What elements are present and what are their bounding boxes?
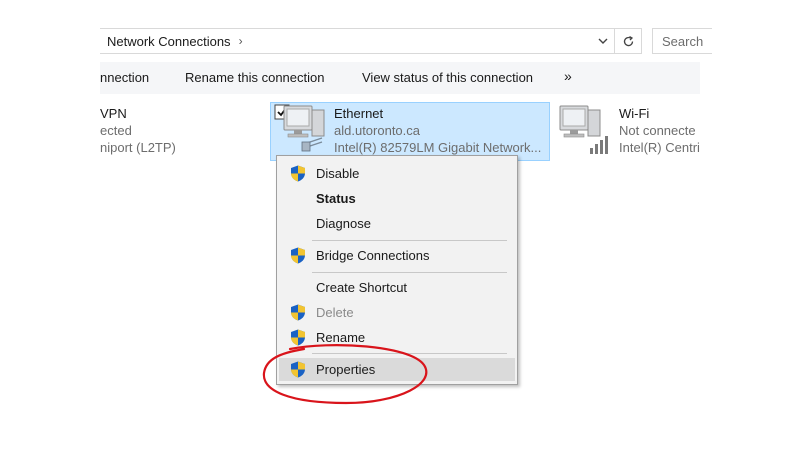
menu-separator	[312, 272, 507, 273]
more-commands-button[interactable]: »	[564, 68, 572, 84]
menu-separator	[312, 240, 507, 241]
connection-device: Intel(R) Centri	[619, 140, 700, 155]
uac-shield-icon	[291, 165, 305, 182]
menu-item-delete[interactable]: Delete	[279, 301, 515, 324]
connection-name: Wi-Fi	[619, 106, 650, 121]
connection-name: Ethernet	[334, 106, 384, 121]
menu-item-label: Diagnose	[316, 216, 371, 231]
uac-shield-icon	[291, 247, 305, 264]
red-annotation-ellipse	[262, 344, 428, 405]
menu-item-diagnose[interactable]: Diagnose	[279, 212, 515, 235]
menu-item-label: Bridge Connections	[316, 248, 430, 263]
connection-status: Not connecte	[619, 123, 696, 138]
menu-item-bridge-connections[interactable]: Bridge Connections	[279, 244, 515, 267]
connection-status: ected	[100, 123, 132, 138]
connection-wifi[interactable]: Wi-Fi Not connecte Intel(R) Centri	[619, 105, 700, 156]
menu-item-label: Status	[316, 191, 356, 206]
menu-item-label: Delete	[316, 305, 354, 320]
chevron-down-icon[interactable]	[595, 29, 611, 53]
menu-item-create-shortcut[interactable]: Create Shortcut	[279, 276, 515, 299]
connection-ethernet-text: Ethernet ald.utoronto.ca Intel(R) 82579L…	[334, 105, 541, 156]
connection-device: niport (L2TP)	[100, 140, 176, 155]
connection-vpn[interactable]: VPN ected niport (L2TP)	[100, 105, 260, 156]
refresh-icon[interactable]	[614, 29, 641, 53]
menu-item-status[interactable]: Status	[279, 187, 515, 210]
view-status-button[interactable]: View status of this connection	[362, 70, 533, 85]
breadcrumb-chevron-icon[interactable]: ›	[239, 34, 243, 48]
ethernet-adapter-icon	[274, 104, 325, 152]
rename-connection-button[interactable]: Rename this connection	[185, 70, 324, 85]
address-bar[interactable]: Network Connections ›	[100, 28, 642, 54]
connection-name: VPN	[100, 106, 127, 121]
menu-item-disable[interactable]: Disable	[279, 162, 515, 185]
connection-device: Intel(R) 82579LM Gigabit Network...	[334, 140, 542, 155]
connection-status: ald.utoronto.ca	[334, 123, 421, 138]
connect-to-connection-button[interactable]: nnection	[100, 70, 149, 85]
menu-item-label: Create Shortcut	[316, 280, 408, 295]
uac-shield-icon	[291, 304, 305, 321]
search-input[interactable]: Search	[652, 28, 712, 54]
menu-item-label: Disable	[316, 166, 360, 181]
wifi-adapter-icon	[559, 105, 608, 154]
address-path[interactable]: Network Connections	[100, 34, 231, 49]
